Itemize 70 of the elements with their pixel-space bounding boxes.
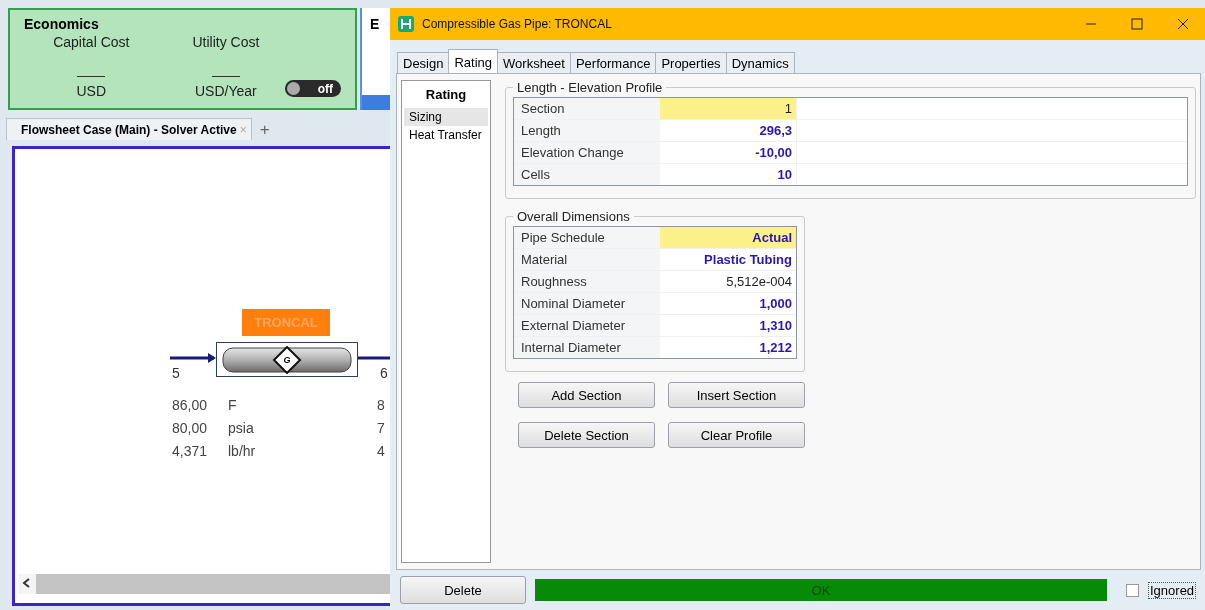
window-title: Compressible Gas Pipe: TRONCAL	[422, 17, 612, 31]
horizontal-scrollbar[interactable]	[18, 574, 390, 594]
group-title: Length - Elevation Profile	[516, 80, 664, 95]
toggle-switch[interactable]: off	[285, 80, 341, 97]
property-label: Pipe Schedule	[514, 227, 660, 248]
property-value[interactable]: 1,000	[660, 293, 796, 314]
stream-value: 7	[377, 420, 385, 436]
add-tab-button[interactable]: +	[255, 120, 274, 140]
property-value[interactable]: Actual	[660, 227, 796, 248]
panel-title: Economics	[24, 16, 100, 32]
tab[interactable]: Worksheet	[497, 52, 571, 73]
property-label: External Diameter	[514, 315, 660, 336]
flowsheet-tab[interactable]: Flowsheet Case (Main) - Solver Active ×	[6, 118, 252, 140]
empty-value-line	[211, 76, 240, 77]
property-value[interactable]: 5,512e-004	[660, 271, 796, 292]
unit-label: USD	[76, 83, 107, 99]
property-label: Section	[514, 98, 660, 119]
stream-arrow-icon	[170, 352, 218, 364]
stream-value: 4	[377, 443, 385, 459]
status-text: OK	[811, 582, 831, 598]
action-button[interactable]: Insert Section	[668, 382, 805, 408]
app-icon	[398, 16, 414, 32]
property-value[interactable]: 1,212	[660, 337, 796, 358]
property-label: Roughness	[514, 271, 660, 292]
stream-value: 80,00	[172, 420, 209, 436]
stream-line	[358, 355, 390, 361]
checkbox-label[interactable]: Ignored	[1148, 581, 1197, 599]
stream-unit: F	[228, 397, 237, 413]
tab[interactable]: Dynamics	[725, 52, 795, 73]
action-button[interactable]: Delete Section	[518, 422, 655, 448]
tab[interactable]: Properties	[655, 52, 727, 73]
property-label: Length	[514, 120, 660, 141]
stream-name: 6	[380, 365, 388, 381]
delete-button[interactable]: Delete	[400, 576, 526, 604]
property-label: Material	[514, 249, 660, 270]
stream-value: 86,00	[172, 397, 209, 413]
scroll-left-icon[interactable]	[18, 574, 36, 594]
property-label: Internal Diameter	[514, 337, 660, 358]
property-label: Elevation Change	[514, 142, 660, 163]
property-value[interactable]: 10	[660, 164, 796, 185]
stream-unit: lb/hr	[228, 443, 256, 459]
empty-value-line	[77, 76, 106, 77]
ignored-checkbox[interactable]	[1126, 583, 1139, 597]
gas-symbol: G	[283, 354, 291, 365]
tab[interactable]: Rating	[448, 49, 499, 73]
property-value[interactable]: 296,3	[660, 120, 796, 141]
panel-title: E	[370, 16, 380, 32]
property-value[interactable]: 1,310	[660, 315, 796, 336]
stream-name: 5	[172, 365, 180, 381]
nav-item[interactable]: Heat Transfer	[404, 126, 488, 144]
property-value[interactable]: 1	[660, 98, 796, 119]
pipe-icon	[221, 346, 353, 374]
property-label: Nominal Diameter	[514, 293, 660, 314]
tab[interactable]: Design	[397, 52, 450, 73]
unit-label: USD/Year	[195, 83, 257, 99]
pipe-unit[interactable]: G	[216, 342, 358, 377]
action-button[interactable]: Clear Profile	[668, 422, 805, 448]
action-button[interactable]: Add Section	[518, 382, 655, 408]
nav-heading: Rating	[424, 86, 468, 104]
stream-value: 8	[377, 397, 385, 413]
stream-unit: psia	[228, 420, 254, 436]
cost-label: Utility Cost	[192, 34, 260, 50]
property-value[interactable]: Plastic Tubing	[660, 249, 796, 270]
tab[interactable]: Performance	[569, 52, 657, 73]
cost-label: Capital Cost	[53, 34, 130, 50]
nav-item[interactable]: Sizing	[404, 108, 488, 126]
group-title: Overall Dimensions	[516, 209, 631, 224]
stream-value: 4,371	[172, 443, 209, 459]
property-label: Cells	[514, 164, 660, 185]
property-value[interactable]: -10,00	[660, 142, 796, 163]
